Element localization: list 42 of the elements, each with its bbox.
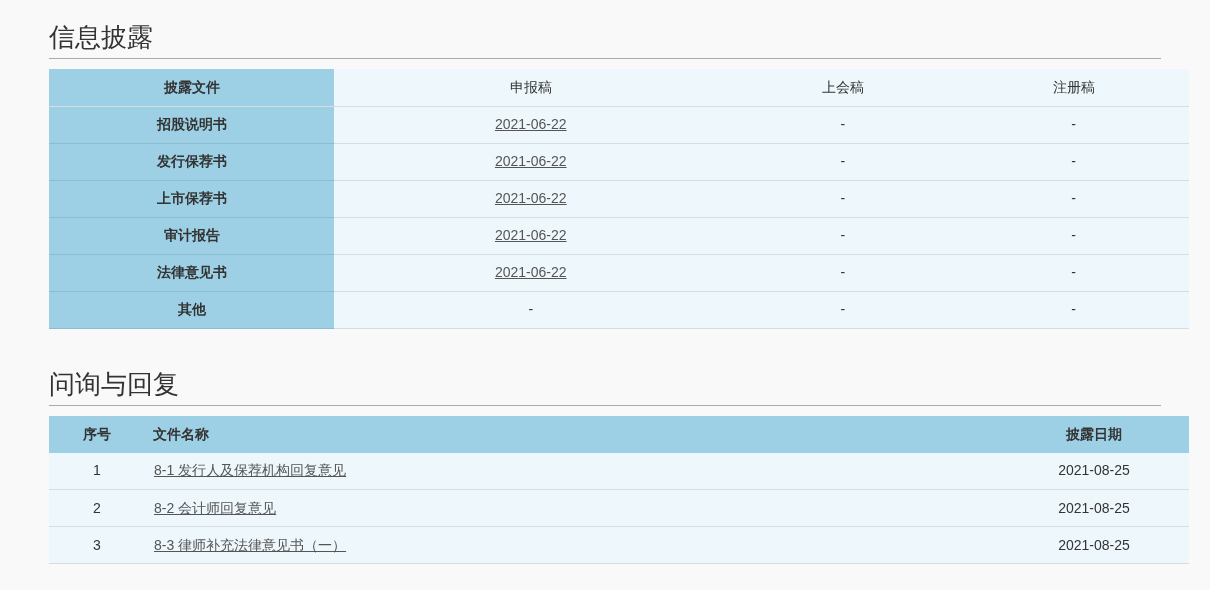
row-header: 其他 (177, 301, 206, 317)
table-cell: - (840, 116, 846, 132)
table-cell: - (840, 301, 846, 317)
row-header: 审计报告 (163, 227, 220, 243)
table-cell: - (840, 153, 846, 169)
column-header: 披露日期 (1066, 425, 1122, 442)
table-cell: 2021-08-25 (1058, 536, 1130, 553)
column-header: 申报稿 (509, 78, 552, 95)
file-link[interactable]: 8-2 会计师回复意见 (154, 499, 277, 516)
table-cell: - (528, 301, 534, 317)
row-header: 上市保荐书 (156, 190, 227, 206)
table-cell: - (840, 227, 846, 243)
column-header: 披露文件 (163, 78, 220, 95)
date-link[interactable]: 2021-06-22 (494, 264, 567, 280)
file-link[interactable]: 8-1 发行人及保荐机构回复意见 (154, 462, 347, 479)
table-cell: - (840, 264, 846, 280)
date-link[interactable]: 2021-06-22 (494, 227, 567, 243)
column-header: 上会稿 (821, 78, 864, 95)
table-cell: 1 (93, 462, 101, 479)
row-header: 招股说明书 (156, 116, 227, 132)
table-cell: 3 (93, 536, 101, 553)
column-header: 序号 (83, 425, 111, 442)
section-title: 信息披露 (49, 21, 154, 54)
date-link[interactable]: 2021-06-22 (494, 153, 567, 169)
date-link[interactable]: 2021-06-22 (494, 116, 567, 132)
table-cell: 2021-08-25 (1058, 499, 1130, 516)
table-cell: - (840, 190, 846, 206)
table-cell: - (1071, 116, 1076, 132)
column-header: 注册稿 (1052, 78, 1095, 95)
row-header: 法律意见书 (156, 264, 227, 280)
section-title: 问询与回复 (49, 367, 180, 401)
column-header: 文件名称 (153, 425, 209, 442)
table-cell: 2 (93, 499, 101, 516)
table-cell: - (1071, 227, 1076, 243)
table-cell: 2021-08-25 (1058, 462, 1130, 479)
row-header: 发行保荐书 (156, 153, 227, 169)
table-cell: - (1071, 301, 1076, 317)
table-cell: - (1071, 190, 1076, 206)
table-cell: - (1071, 264, 1076, 280)
table-cell: - (1071, 153, 1076, 169)
file-link[interactable]: 8-3 律师补充法律意见书（一） (154, 536, 347, 553)
date-link[interactable]: 2021-06-22 (494, 190, 567, 206)
